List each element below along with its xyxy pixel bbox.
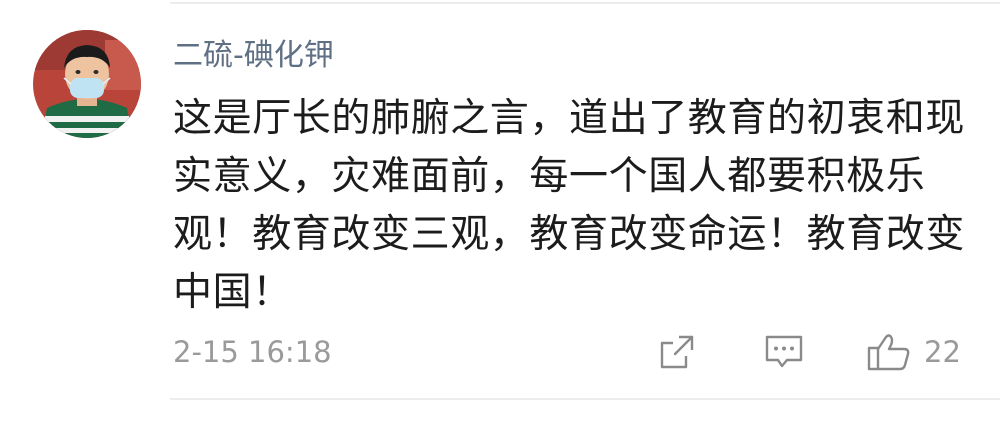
comment-text: 这是厅长的肺腑之言，道出了教育的初衷和现实意义，灾难面前，每一个国人都要积极乐观… bbox=[173, 96, 966, 315]
bottom-divider bbox=[170, 398, 1000, 400]
like-count: 22 bbox=[924, 335, 961, 369]
username[interactable]: 二硫-碘化钾 bbox=[173, 34, 334, 78]
like-button[interactable]: 22 bbox=[866, 330, 961, 374]
avatar-image bbox=[33, 30, 141, 138]
comment-icon bbox=[765, 335, 803, 368]
share-button[interactable] bbox=[657, 330, 697, 374]
timestamp: 2-15 16:18 bbox=[173, 335, 332, 369]
top-divider bbox=[170, 2, 1000, 4]
comment-button[interactable] bbox=[763, 330, 805, 374]
share-icon bbox=[660, 335, 694, 369]
thumbs-up-icon bbox=[867, 334, 910, 371]
avatar[interactable] bbox=[33, 30, 141, 138]
